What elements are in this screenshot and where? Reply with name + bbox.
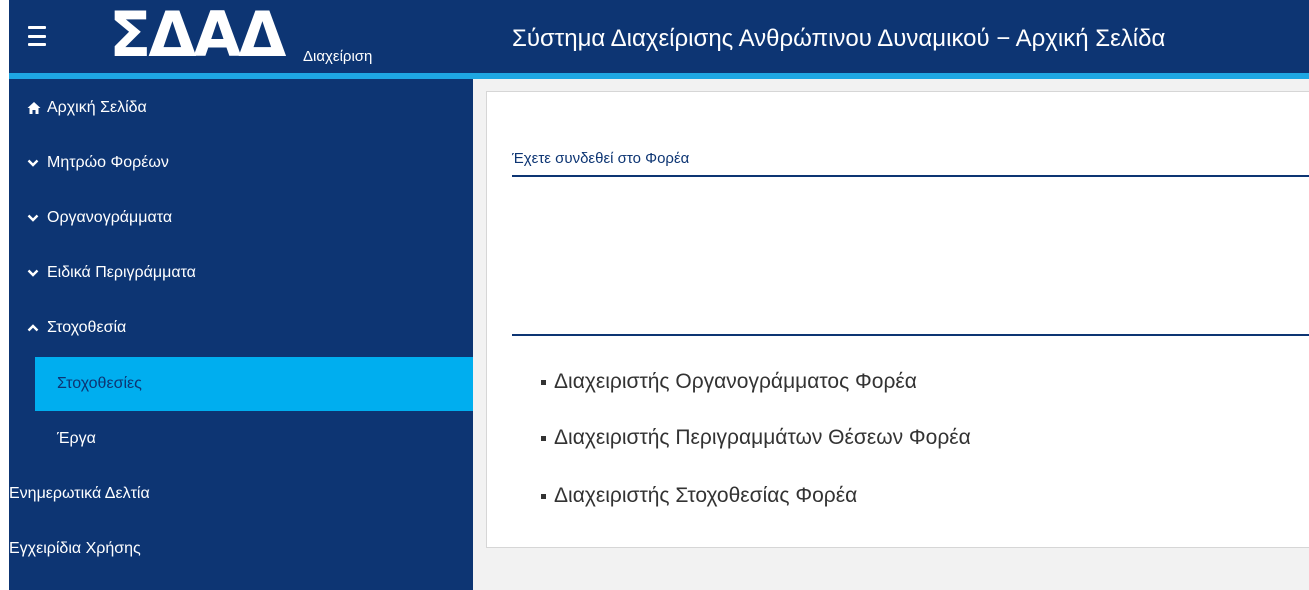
sidebar-item-label: Εγχειρίδια Χρήσης <box>9 540 141 557</box>
sidebar: Αρχική Σελίδα Μητρώο Φορέων Οργανογράμμα… <box>9 79 473 590</box>
sidebar-item-organizations-registry[interactable]: Μητρώο Φορέων <box>9 136 473 190</box>
connected-organization-label: Έχετε συνδεθεί στο Φορέα <box>512 150 690 167</box>
sidebar-item-home[interactable]: Αρχική Σελίδα <box>9 81 473 135</box>
sidebar-item-label: Μητρώο Φορέων <box>47 154 169 171</box>
role-label: Διαχειριστής Στοχοθεσίας Φορέα <box>554 484 858 507</box>
role-item-org-chart-admin: Διαχειριστής Οργανογράμματος Φορέα <box>541 370 917 394</box>
chevron-down-icon <box>27 156 41 170</box>
role-item-job-outlines-admin: Διαχειριστής Περιγραμμάτων Θέσεων Φορέα <box>541 426 971 450</box>
role-label: Διαχειριστής Περιγραμμάτων Θέσεων Φορέα <box>554 426 971 449</box>
app-logo[interactable]: ΣΔΑΔ <box>109 4 286 66</box>
page-title: Σύστημα Διαχείρισης Ανθρώπινου Δυναμικού… <box>512 25 1166 52</box>
sidebar-item-projects[interactable]: Έργα <box>9 412 473 466</box>
sidebar-item-label: Έργα <box>57 430 96 447</box>
sidebar-item-goals[interactable]: Στοχοθεσίες <box>35 357 473 411</box>
divider <box>512 175 1309 177</box>
logo-subtitle: Διαχείριση <box>303 48 373 65</box>
role-item-goal-setting-admin: Διαχειριστής Στοχοθεσίας Φορέα <box>541 484 857 508</box>
sidebar-item-goal-setting[interactable]: Στοχοθεσία <box>9 301 473 355</box>
sidebar-item-label: Ενημερωτικά Δελτία <box>9 485 150 502</box>
bullet-icon <box>541 435 546 441</box>
chevron-down-icon <box>27 211 41 225</box>
sidebar-item-label: Ειδικά Περιγράμματα <box>47 264 196 281</box>
sidebar-item-user-manuals[interactable]: Εγχειρίδια Χρήσης <box>9 522 473 576</box>
chevron-up-icon <box>27 321 41 335</box>
bullet-icon <box>541 379 546 385</box>
divider <box>512 334 1309 336</box>
sidebar-item-org-charts[interactable]: Οργανογράμματα <box>9 191 473 245</box>
sidebar-item-newsletters[interactable]: Ενημερωτικά Δελτία <box>9 467 473 521</box>
role-label: Διαχειριστής Οργανογράμματος Φορέα <box>554 370 917 393</box>
chevron-down-icon <box>27 266 41 280</box>
hamburger-icon[interactable] <box>28 26 46 46</box>
bullet-icon <box>541 493 546 499</box>
sidebar-item-label: Οργανογράμματα <box>47 209 173 226</box>
sidebar-item-label: Στοχοθεσίες <box>57 375 142 392</box>
sidebar-item-label: Στοχοθεσία <box>47 319 127 336</box>
home-icon <box>27 101 41 115</box>
sidebar-item-label: Αρχική Σελίδα <box>47 99 147 116</box>
sidebar-item-special-outlines[interactable]: Ειδικά Περιγράμματα <box>9 246 473 300</box>
